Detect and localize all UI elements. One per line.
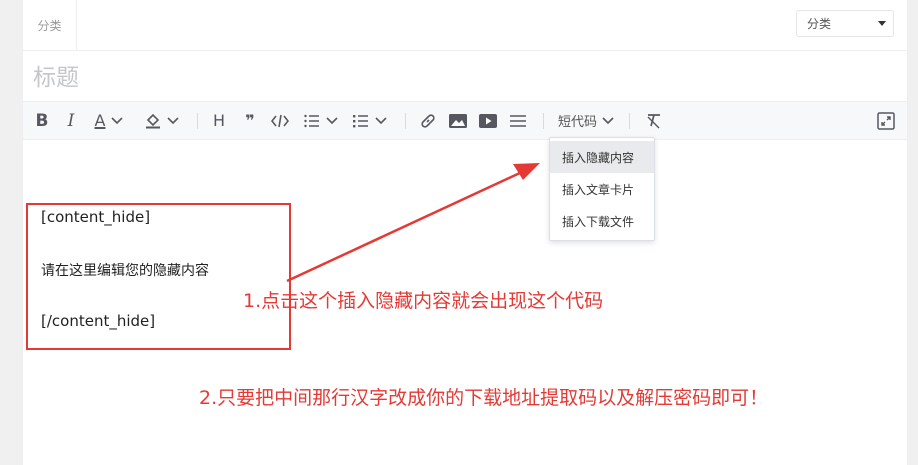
annotation-arrow bbox=[286, 163, 540, 283]
